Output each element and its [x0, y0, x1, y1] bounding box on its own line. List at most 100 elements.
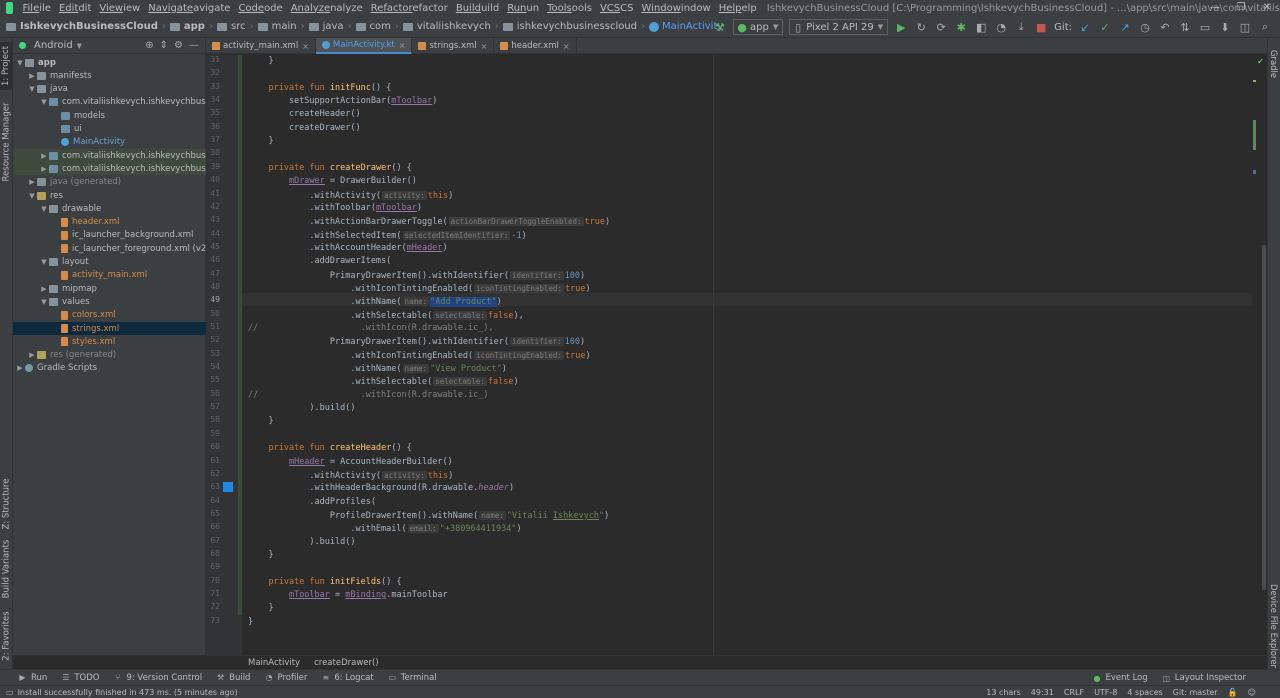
tree-item[interactable]: ▼ java: [13, 83, 206, 96]
tree-item[interactable]: ▶ mipmap: [13, 282, 206, 295]
tree-item[interactable]: activity_main.xml: [13, 269, 206, 282]
tab-header-xml[interactable]: header.xml ×: [494, 38, 577, 54]
menu-build[interactable]: Builduild: [452, 3, 503, 14]
tool-build[interactable]: ⚒ Build: [216, 673, 250, 683]
line-separator[interactable]: CRLF: [1064, 688, 1084, 697]
tree-item[interactable]: MainActivity: [13, 136, 206, 149]
status-message-area[interactable]: ▭ Install successfully finished in 473 m…: [6, 688, 238, 697]
tool-todo[interactable]: ☰ TODO: [61, 673, 99, 683]
tree-item[interactable]: models: [13, 109, 206, 122]
close-icon[interactable]: ×: [302, 42, 309, 51]
vcs-update-icon[interactable]: ↙: [1078, 20, 1092, 34]
expanded-arrow-icon[interactable]: ▼: [39, 98, 49, 106]
error-stripe-mark[interactable]: [1253, 170, 1256, 174]
menu-edit[interactable]: Editdit: [55, 3, 95, 14]
stop-icon[interactable]: ■: [1034, 20, 1048, 34]
tool-layout-inspector[interactable]: ◫ Layout Inspector: [1162, 673, 1246, 683]
sdk-manager-icon[interactable]: ⬇: [1218, 20, 1232, 34]
locate-file-icon[interactable]: ⊕: [145, 40, 153, 51]
tab-favorites[interactable]: 2: Favorites: [0, 608, 13, 664]
tree-item[interactable]: ▶ com.vitaliishkevych.ishkevychbusinesscl…: [13, 149, 206, 163]
rollback-icon[interactable]: ↶: [1158, 20, 1172, 34]
restore-icon[interactable]: ❐: [1228, 0, 1254, 16]
menu-tools[interactable]: Toolsools: [543, 3, 596, 14]
breadcrumb-item[interactable]: main: [256, 21, 299, 32]
history-icon[interactable]: ◷: [1138, 20, 1152, 34]
breadcrumb-item[interactable]: app: [168, 21, 207, 32]
tool-terminal[interactable]: ▭ Terminal: [388, 673, 436, 683]
tree-item[interactable]: ▼ app: [13, 56, 206, 69]
tab-MainActivity-kt[interactable]: MainActivity.kt ×: [315, 38, 413, 54]
collapsed-arrow-icon[interactable]: ▶: [27, 351, 37, 359]
tree-item[interactable]: ic_launcher_background.xml: [13, 229, 206, 242]
tree-item[interactable]: ▼ drawable: [13, 202, 206, 215]
tab-device-file-explorer[interactable]: Device File Explorer: [1267, 583, 1280, 669]
git-branch[interactable]: Git: master: [1173, 688, 1218, 697]
tab-resource-manager[interactable]: Resource Manager: [0, 96, 13, 188]
menu-help[interactable]: Helpelp: [715, 3, 761, 14]
menu-navigate[interactable]: Navigateavigate: [144, 3, 234, 14]
breadcrumb-function[interactable]: createDrawer(): [314, 658, 379, 668]
tree-item[interactable]: ▼ res: [13, 189, 206, 202]
search-everywhere-icon[interactable]: ⌕: [1258, 20, 1272, 34]
debug-icon[interactable]: ✱: [954, 20, 968, 34]
menu-view[interactable]: Viewiew: [95, 3, 144, 14]
tab-structure[interactable]: Z: Structure: [0, 476, 13, 532]
attach-debugger-icon[interactable]: ⤓: [1014, 20, 1028, 34]
expanded-arrow-icon[interactable]: ▼: [39, 258, 49, 266]
tree-item[interactable]: ▶ com.vitaliishkevych.ishkevychbusinesscl…: [13, 162, 206, 176]
close-icon[interactable]: ×: [481, 42, 488, 51]
close-icon[interactable]: ×: [563, 42, 570, 51]
lock-icon[interactable]: 🔓: [1228, 688, 1238, 697]
tool-6-logcat[interactable]: ≡ 6: Logcat: [321, 673, 374, 683]
breadcrumb-item[interactable]: com: [354, 21, 393, 32]
tree-item[interactable]: ▶ Gradle Scripts: [13, 362, 206, 375]
code-token[interactable]: "Add Product": [430, 297, 497, 308]
tool-profiler[interactable]: ◔ Profiler: [264, 673, 307, 683]
tree-item[interactable]: styles.xml: [13, 335, 206, 348]
menu-code[interactable]: Codeode: [234, 3, 286, 14]
collapsed-arrow-icon[interactable]: ▶: [39, 165, 49, 173]
tree-item[interactable]: ▶ res (generated): [13, 349, 206, 362]
tab-gradle[interactable]: Gradle: [1267, 44, 1280, 84]
tree-item[interactable]: ▼ com.vitaliishkevych.ishkevychbusinesscl…: [13, 96, 206, 109]
expanded-arrow-icon[interactable]: ▼: [27, 85, 37, 93]
tree-item[interactable]: ▼ values: [13, 295, 206, 308]
tab-build-variants[interactable]: Build Variants: [0, 536, 13, 602]
close-icon[interactable]: ×: [399, 41, 406, 50]
expanded-arrow-icon[interactable]: ▼: [39, 298, 49, 306]
tool-run[interactable]: ▶ Run: [18, 673, 47, 683]
collapsed-arrow-icon[interactable]: ▶: [39, 285, 49, 293]
collapsed-arrow-icon[interactable]: ▶: [27, 178, 37, 186]
expanded-arrow-icon[interactable]: ▼: [39, 205, 49, 213]
hammer-icon[interactable]: ⚒: [713, 20, 727, 34]
tree-item[interactable]: ▶ manifests: [13, 69, 206, 82]
menu-vcs[interactable]: VCSCS: [596, 3, 638, 14]
avd-manager-icon[interactable]: ▭: [1198, 20, 1212, 34]
code-editor[interactable]: } private fun initFunc() { setSupportAct…: [242, 55, 1267, 655]
scrollbar-thumb[interactable]: [1262, 245, 1266, 590]
menu-refactor[interactable]: Refactorefactor: [367, 3, 452, 14]
file-encoding[interactable]: UTF-8: [1094, 688, 1117, 697]
error-stripe-mark[interactable]: [1253, 80, 1256, 82]
run-config-select[interactable]: ● app ▼: [732, 19, 784, 35]
gear-icon[interactable]: ⚙: [174, 40, 183, 51]
layout-inspector-icon[interactable]: ◫: [1238, 20, 1252, 34]
breadcrumb-item[interactable]: IshkevychBusinessCloud: [4, 21, 160, 32]
collapsed-arrow-icon[interactable]: ▶: [15, 364, 25, 372]
apply-changes-icon[interactable]: ↻: [914, 20, 928, 34]
error-stripe-mark[interactable]: [1253, 120, 1256, 150]
breadcrumb-item[interactable]: vitaliishkevych: [401, 21, 493, 32]
tree-item[interactable]: ▶ java (generated): [13, 176, 206, 189]
apply-code-changes-icon[interactable]: ⟳: [934, 20, 948, 34]
tool-9-version-control[interactable]: ⑂ 9: Version Control: [113, 673, 203, 683]
tab-activity-main-xml[interactable]: activity_main.xml ×: [206, 38, 316, 54]
run-icon[interactable]: ▶: [894, 20, 908, 34]
expanded-arrow-icon[interactable]: ▼: [27, 192, 37, 200]
project-view-select[interactable]: Android ▼: [19, 40, 82, 51]
indent-setting[interactable]: 4 spaces: [1127, 688, 1162, 697]
expanded-arrow-icon[interactable]: ▼: [15, 59, 25, 67]
hide-icon[interactable]: —: [189, 40, 199, 51]
close-window-icon[interactable]: ✕: [1254, 0, 1280, 16]
profile-icon[interactable]: ◔: [994, 20, 1008, 34]
